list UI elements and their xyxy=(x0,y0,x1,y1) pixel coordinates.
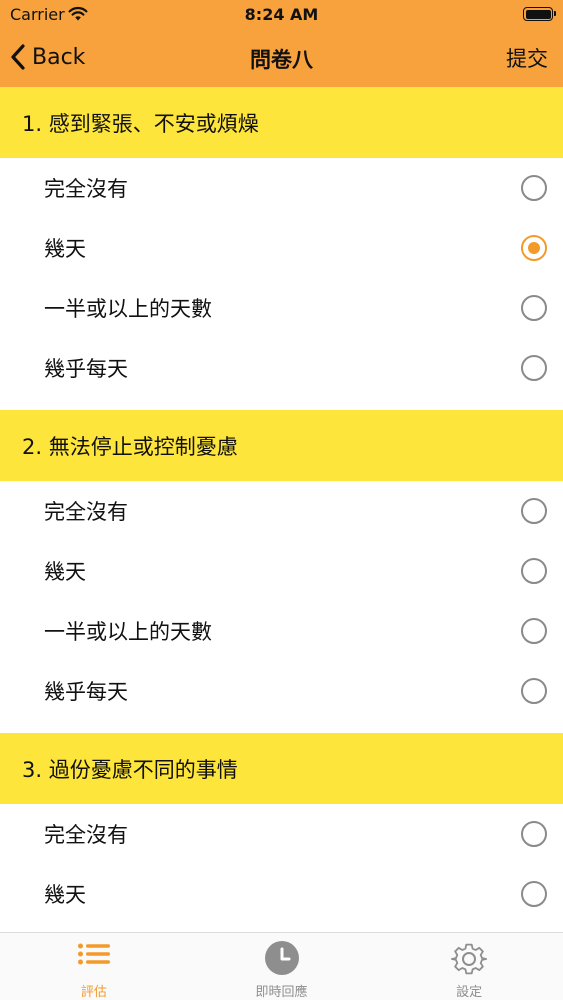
answer-label: 一半或以上的天數 xyxy=(44,620,212,644)
tab-assessment[interactable]: 評估 xyxy=(0,933,188,1000)
radio-button[interactable] xyxy=(521,175,547,201)
answer-label: 幾乎每天 xyxy=(44,680,128,704)
clock-icon xyxy=(264,941,299,975)
status-time: 8:24 AM xyxy=(244,5,319,24)
answer-label: 完全沒有 xyxy=(44,823,128,847)
question-section: 2. 無法停止或控制憂慮 完全沒有 幾天 一半或以上的天數 幾乎每天 xyxy=(0,410,563,733)
app-screen: Carrier 8:24 AM Back 問卷八 提交 1. 感到緊張、不安或煩… xyxy=(0,0,563,1000)
answer-option[interactable]: 一半或以上的天數 xyxy=(0,601,563,661)
answer-option[interactable]: 一半或以上的天數 xyxy=(0,278,563,338)
chevron-left-icon xyxy=(11,44,25,70)
tab-label: 評估 xyxy=(80,985,107,1000)
answer-label: 一半或以上的天數 xyxy=(44,297,212,321)
question-title: 3. 過份憂慮不同的事情 xyxy=(0,733,563,804)
answer-option[interactable]: 幾乎每天 xyxy=(0,661,563,721)
answer-option[interactable]: 幾乎每天 xyxy=(0,338,563,398)
status-bar: Carrier 8:24 AM xyxy=(0,0,563,30)
nav-row: Back 問卷八 提交 xyxy=(0,30,563,87)
radio-button[interactable] xyxy=(521,498,547,524)
back-label: Back xyxy=(32,44,86,70)
radio-button[interactable] xyxy=(521,618,547,644)
answer-label: 幾天 xyxy=(44,883,86,907)
radio-button[interactable] xyxy=(521,355,547,381)
answer-label: 幾天 xyxy=(44,237,86,261)
battery-icon xyxy=(523,7,556,21)
radio-button-selected[interactable] xyxy=(521,235,547,261)
tab-settings[interactable]: 設定 xyxy=(375,933,563,1000)
radio-button[interactable] xyxy=(521,558,547,584)
answer-label: 幾天 xyxy=(44,560,86,584)
answer-label: 完全沒有 xyxy=(44,177,128,201)
answer-option[interactable]: 完全沒有 xyxy=(0,158,563,218)
navigation-bar: Carrier 8:24 AM Back 問卷八 提交 xyxy=(0,0,563,87)
question-section: 3. 過份憂慮不同的事情 完全沒有 幾天 xyxy=(0,733,563,924)
answer-label: 幾乎每天 xyxy=(44,357,128,381)
question-title: 1. 感到緊張、不安或煩燥 xyxy=(0,87,563,158)
tab-bar: 評估 即時回應 設定 xyxy=(0,932,563,1000)
radio-button[interactable] xyxy=(521,678,547,704)
questionnaire-list[interactable]: 1. 感到緊張、不安或煩燥 完全沒有 幾天 一半或以上的天數 幾乎每天 2. 無… xyxy=(0,87,563,932)
answer-option[interactable]: 完全沒有 xyxy=(0,481,563,541)
radio-button[interactable] xyxy=(521,881,547,907)
radio-button[interactable] xyxy=(521,295,547,321)
question-title: 2. 無法停止或控制憂慮 xyxy=(0,410,563,481)
tab-label: 設定 xyxy=(456,985,483,1000)
answer-option[interactable]: 幾天 xyxy=(0,864,563,924)
gear-icon xyxy=(451,943,488,975)
question-section: 1. 感到緊張、不安或煩燥 完全沒有 幾天 一半或以上的天數 幾乎每天 xyxy=(0,87,563,410)
back-button[interactable]: Back xyxy=(10,40,85,74)
radio-button[interactable] xyxy=(521,821,547,847)
answer-label: 完全沒有 xyxy=(44,500,128,524)
tab-label: 即時回應 xyxy=(255,985,308,1000)
tab-instant-response[interactable]: 即時回應 xyxy=(188,933,376,1000)
list-icon xyxy=(77,943,110,965)
answer-option[interactable]: 幾天 xyxy=(0,218,563,278)
answer-option[interactable]: 完全沒有 xyxy=(0,804,563,864)
answer-option[interactable]: 幾天 xyxy=(0,541,563,601)
submit-button[interactable]: 提交 xyxy=(506,43,548,73)
